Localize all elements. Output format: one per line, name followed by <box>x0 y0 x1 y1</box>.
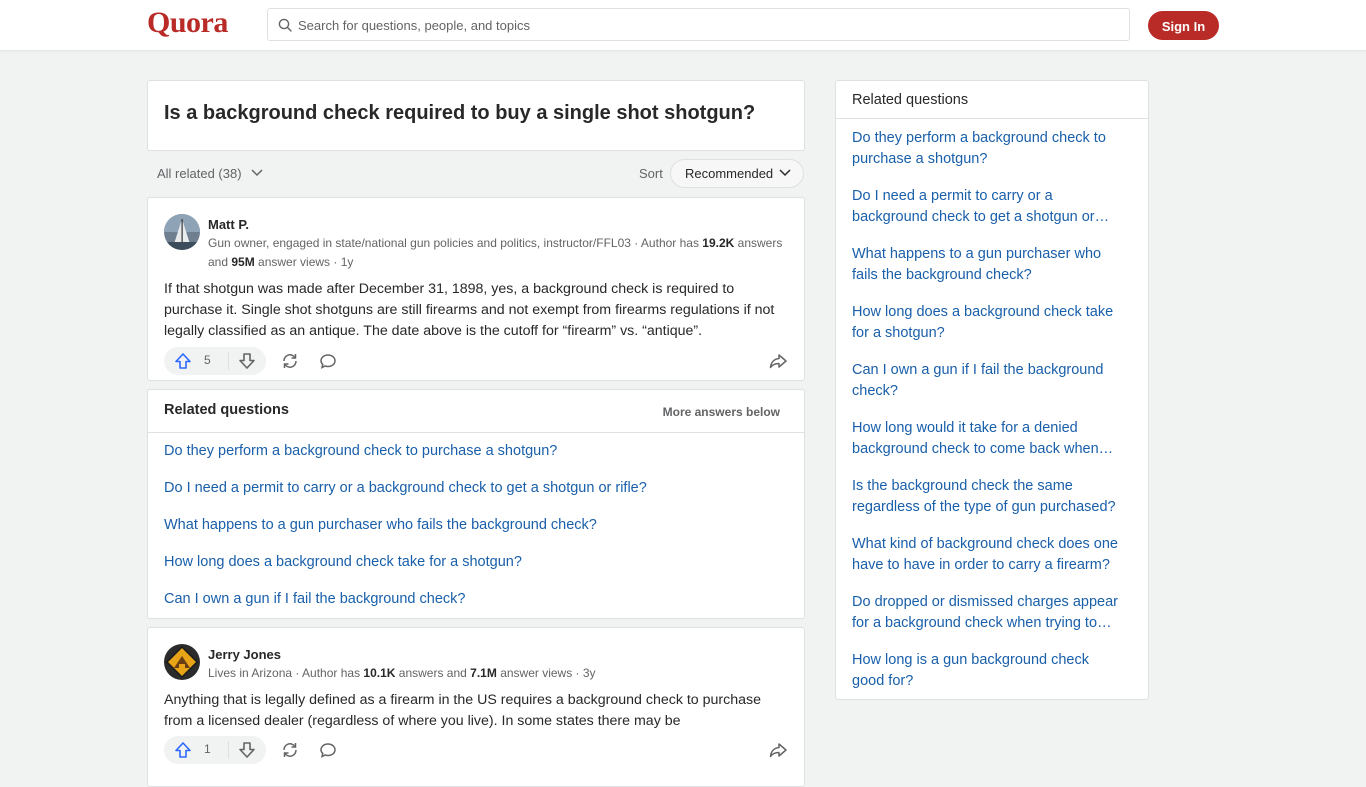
cred-text: answers and <box>395 666 471 680</box>
divider <box>148 432 804 433</box>
cred-text: Gun owner, engaged in state/national gun… <box>208 236 703 250</box>
answer-text[interactable]: If that shotgun was made after December … <box>164 279 788 342</box>
related-questions-title: Related questions <box>164 402 289 418</box>
cred-text: Lives in Arizona · Author has <box>208 666 364 680</box>
sidebar-related-link[interactable]: Do dropped or dismissed charges appear fo… <box>852 592 1132 634</box>
share-repost-icon[interactable] <box>281 352 299 370</box>
views-count: 7.1M <box>470 666 497 680</box>
upvote-icon[interactable] <box>174 741 192 759</box>
all-related-filter[interactable]: All related (38) <box>157 166 263 181</box>
share-icon[interactable] <box>769 741 787 759</box>
answer-text[interactable]: Anything that is legally defined as a fi… <box>164 690 788 732</box>
related-question-link[interactable]: What happens to a gun purchaser who fail… <box>164 517 597 533</box>
sidebar-title: Related questions <box>852 92 969 108</box>
divider <box>836 118 1148 119</box>
upvote-count: 5 <box>204 353 211 367</box>
comment-icon[interactable] <box>319 352 337 370</box>
views-count: 95M <box>231 255 255 269</box>
avatar[interactable] <box>164 644 200 680</box>
share-repost-icon[interactable] <box>281 741 299 759</box>
author-name[interactable]: Jerry Jones <box>208 647 281 662</box>
sort-label: Sort <box>639 166 663 181</box>
all-related-label: All related (38) <box>157 166 242 181</box>
upvote-icon[interactable] <box>174 352 192 370</box>
sort-dropdown[interactable]: Recommended <box>670 159 804 188</box>
answers-count: 19.2K <box>702 236 735 250</box>
sidebar-related-link[interactable]: How long would it take for a denied backg… <box>852 418 1132 460</box>
sidebar-related-link[interactable]: Do I need a permit to carry or a backgrou… <box>852 186 1132 228</box>
chevron-down-icon <box>251 169 263 177</box>
quora-logo[interactable]: Quora <box>147 6 228 40</box>
avatar-image <box>164 214 200 250</box>
question-card: Is a background check required to buy a … <box>147 80 805 151</box>
answers-count: 10.1K <box>363 666 396 680</box>
avatar[interactable] <box>164 214 200 250</box>
sidebar-related-link[interactable]: Is the background check the same regardle… <box>852 476 1132 518</box>
top-header: Quora Sign In <box>0 0 1366 51</box>
answer-card: Jerry Jones Lives in Arizona · Author ha… <box>147 627 805 787</box>
related-question-link[interactable]: Do they perform a background check to pu… <box>164 443 557 459</box>
sidebar-related-link[interactable]: How long is a gun background check good f… <box>852 650 1132 692</box>
sidebar-related-link[interactable]: Do they perform a background check to pur… <box>852 128 1132 170</box>
author-credentials: Gun owner, engaged in state/national gun… <box>208 234 788 272</box>
sign-in-button[interactable]: Sign In <box>1148 11 1219 40</box>
sidebar-related-questions: Related questions Do they perform a back… <box>835 80 1149 700</box>
avatar-image <box>164 644 200 680</box>
sort-value: Recommended <box>685 166 774 181</box>
share-icon[interactable] <box>769 352 787 370</box>
related-questions-inline: Related questions More answers below Do … <box>147 389 805 619</box>
sidebar-related-link[interactable]: What happens to a gun purchaser who fails… <box>852 244 1132 286</box>
vote-divider <box>228 741 229 759</box>
downvote-icon[interactable] <box>238 741 256 759</box>
author-credentials: Lives in Arizona · Author has 10.1K answ… <box>208 664 788 683</box>
vote-divider <box>228 352 229 370</box>
upvote-count: 1 <box>204 742 211 756</box>
related-question-link[interactable]: Can I own a gun if I fail the background… <box>164 591 465 607</box>
author-name[interactable]: Matt P. <box>208 217 249 232</box>
search-input[interactable] <box>296 9 1120 42</box>
answer-card: Matt P. Gun owner, engaged in state/nati… <box>147 197 805 381</box>
vote-group: 1 <box>164 736 266 764</box>
more-answers-below[interactable]: More answers below <box>663 405 780 419</box>
cred-text: answer views · 1y <box>254 255 354 269</box>
vote-group: 5 <box>164 347 266 375</box>
sidebar-related-link[interactable]: What kind of background check does one ha… <box>852 534 1132 576</box>
sidebar-related-link[interactable]: Can I own a gun if I fail the background… <box>852 360 1132 402</box>
question-title: Is a background check required to buy a … <box>164 102 756 124</box>
related-question-link[interactable]: How long does a background check take fo… <box>164 554 522 570</box>
chevron-down-icon <box>779 169 791 177</box>
answer-actions: 5 <box>164 347 790 375</box>
search-icon <box>278 18 292 32</box>
sidebar-related-link[interactable]: How long does a background check take for… <box>852 302 1132 344</box>
cred-text: answer views · 3y <box>496 666 596 680</box>
comment-icon[interactable] <box>319 741 337 759</box>
search-bar[interactable] <box>267 8 1130 42</box>
answer-actions: 1 <box>164 736 790 764</box>
downvote-icon[interactable] <box>238 352 256 370</box>
related-question-link[interactable]: Do I need a permit to carry or a backgro… <box>164 480 647 496</box>
